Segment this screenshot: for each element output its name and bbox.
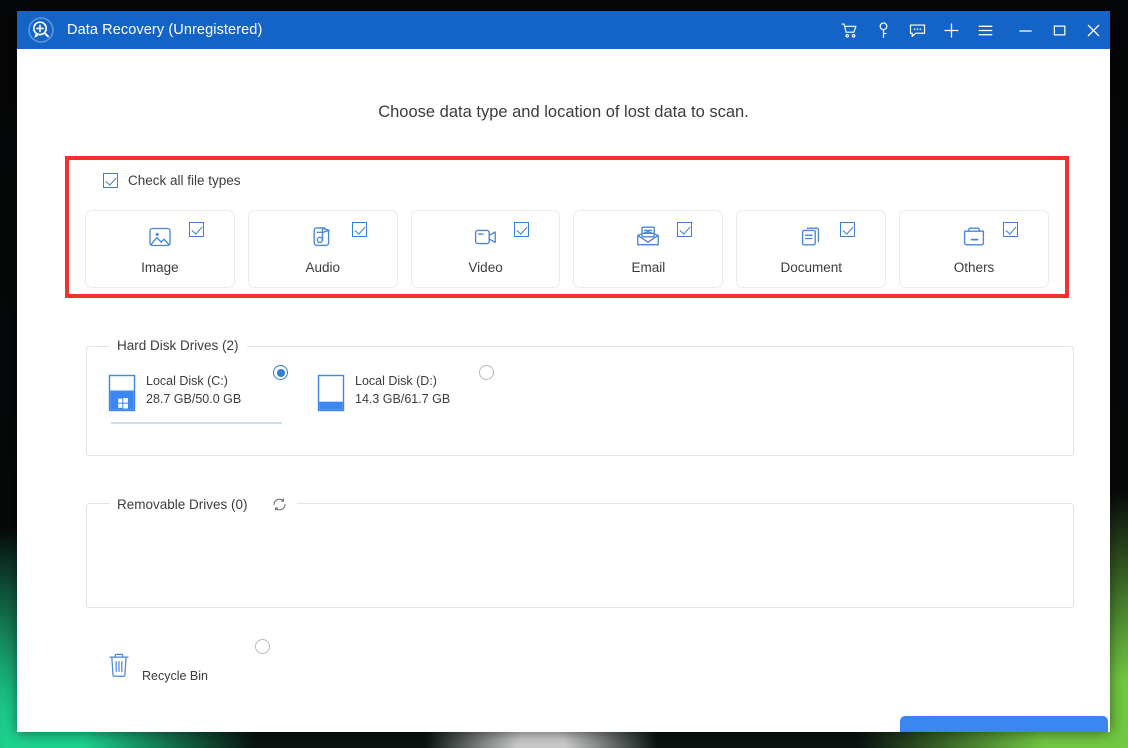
feedback-icon[interactable] (900, 11, 934, 49)
email-icon (633, 220, 663, 254)
app-title: Data Recovery (Unregistered) (67, 22, 263, 38)
file-type-label: Audio (305, 260, 340, 275)
maximize-icon[interactable] (1042, 11, 1076, 49)
removable-drives-group: Removable Drives (0) (86, 495, 1074, 608)
drive-name: Local Disk (C:) (146, 374, 228, 388)
file-type-label: Document (780, 260, 842, 275)
image-icon (145, 220, 175, 254)
file-type-tile-document[interactable]: Document (736, 210, 887, 288)
file-type-checkbox[interactable] (840, 222, 856, 237)
drive-size: 14.3 GB/61.7 GB (355, 392, 451, 406)
drive-icon-d (313, 370, 349, 414)
trash-can-icon (105, 649, 133, 686)
hard-disk-drives-legend: Hard Disk Drives (2) (109, 338, 247, 353)
drive-radio-d[interactable] (479, 365, 494, 380)
removable-drives-label: Removable Drives (0) (117, 497, 248, 512)
hamburger-menu-icon[interactable] (968, 11, 1002, 49)
page-title: Choose data type and location of lost da… (378, 103, 749, 121)
drive-meta-c: Local Disk (C:) 28.7 GB/50.0 GB (146, 370, 241, 409)
recycle-bin-label: Recycle Bin (142, 669, 208, 683)
hard-disk-drives-group: Hard Disk Drives (2) Local Disk (C:) 28.… (86, 338, 1074, 456)
drive-radio-c[interactable] (273, 365, 288, 380)
video-icon (471, 220, 501, 254)
file-type-checkbox[interactable] (1002, 222, 1018, 237)
check-all-file-types-checkbox[interactable]: Check all file types (103, 173, 241, 188)
file-type-tile-image[interactable]: Image (85, 210, 235, 288)
minimize-icon[interactable] (1008, 11, 1042, 49)
audio-icon (308, 220, 338, 254)
recycle-bin-radio[interactable] (255, 639, 270, 654)
file-type-label: Image (141, 260, 179, 275)
drive-meta-d: Local Disk (D:) 14.3 GB/61.7 GB (355, 370, 450, 409)
file-type-checkbox[interactable] (351, 222, 367, 237)
file-type-checkbox[interactable] (514, 222, 530, 237)
key-icon[interactable] (866, 11, 900, 49)
main-content: Choose data type and location of lost da… (17, 49, 1110, 732)
scan-button[interactable]: Scan (900, 716, 1108, 732)
file-type-label: Others (953, 260, 995, 275)
hard-disk-drives-label: Hard Disk Drives (2) (117, 338, 239, 353)
drive-item-c[interactable]: Local Disk (C:) 28.7 GB/50.0 GB (104, 364, 290, 424)
recycle-bin-item[interactable]: Recycle Bin (105, 649, 208, 686)
file-type-tile-video[interactable]: Video (410, 210, 561, 288)
drive-item-d[interactable]: Local Disk (D:) 14.3 GB/61.7 GB (313, 364, 499, 424)
check-all-label: Check all file types (128, 173, 241, 188)
refresh-icon[interactable] (270, 495, 289, 514)
drive-name: Local Disk (D:) (355, 374, 437, 388)
hard-disk-drive-list: Local Disk (C:) 28.7 GB/50.0 GB Local Di… (104, 364, 499, 424)
document-icon (796, 220, 826, 254)
close-icon[interactable] (1076, 11, 1110, 49)
file-type-tiles: Image Audio Video Email Document Others (85, 210, 1049, 288)
plus-icon[interactable] (934, 11, 968, 49)
checkbox-glyph (103, 173, 118, 188)
drive-icon-c (104, 370, 140, 414)
file-type-checkbox[interactable] (188, 222, 204, 237)
file-types-panel: Check all file types Image Audio Video E… (69, 160, 1065, 294)
app-window: Data Recovery (Unregistered) Choose data… (17, 11, 1110, 732)
drive-size: 28.7 GB/50.0 GB (146, 392, 242, 406)
file-type-label: Video (468, 260, 503, 275)
magnifier-plus-icon (28, 17, 54, 43)
removable-drives-legend: Removable Drives (0) (109, 495, 297, 514)
title-bar[interactable]: Data Recovery (Unregistered) (17, 11, 1110, 49)
others-icon (959, 220, 989, 254)
cart-icon[interactable] (832, 11, 866, 49)
file-type-label: Email (631, 260, 666, 275)
file-type-tile-audio[interactable]: Audio (247, 210, 398, 288)
file-type-checkbox[interactable] (677, 222, 693, 237)
file-type-tile-others[interactable]: Others (899, 210, 1049, 288)
file-type-tile-email[interactable]: Email (573, 210, 724, 288)
